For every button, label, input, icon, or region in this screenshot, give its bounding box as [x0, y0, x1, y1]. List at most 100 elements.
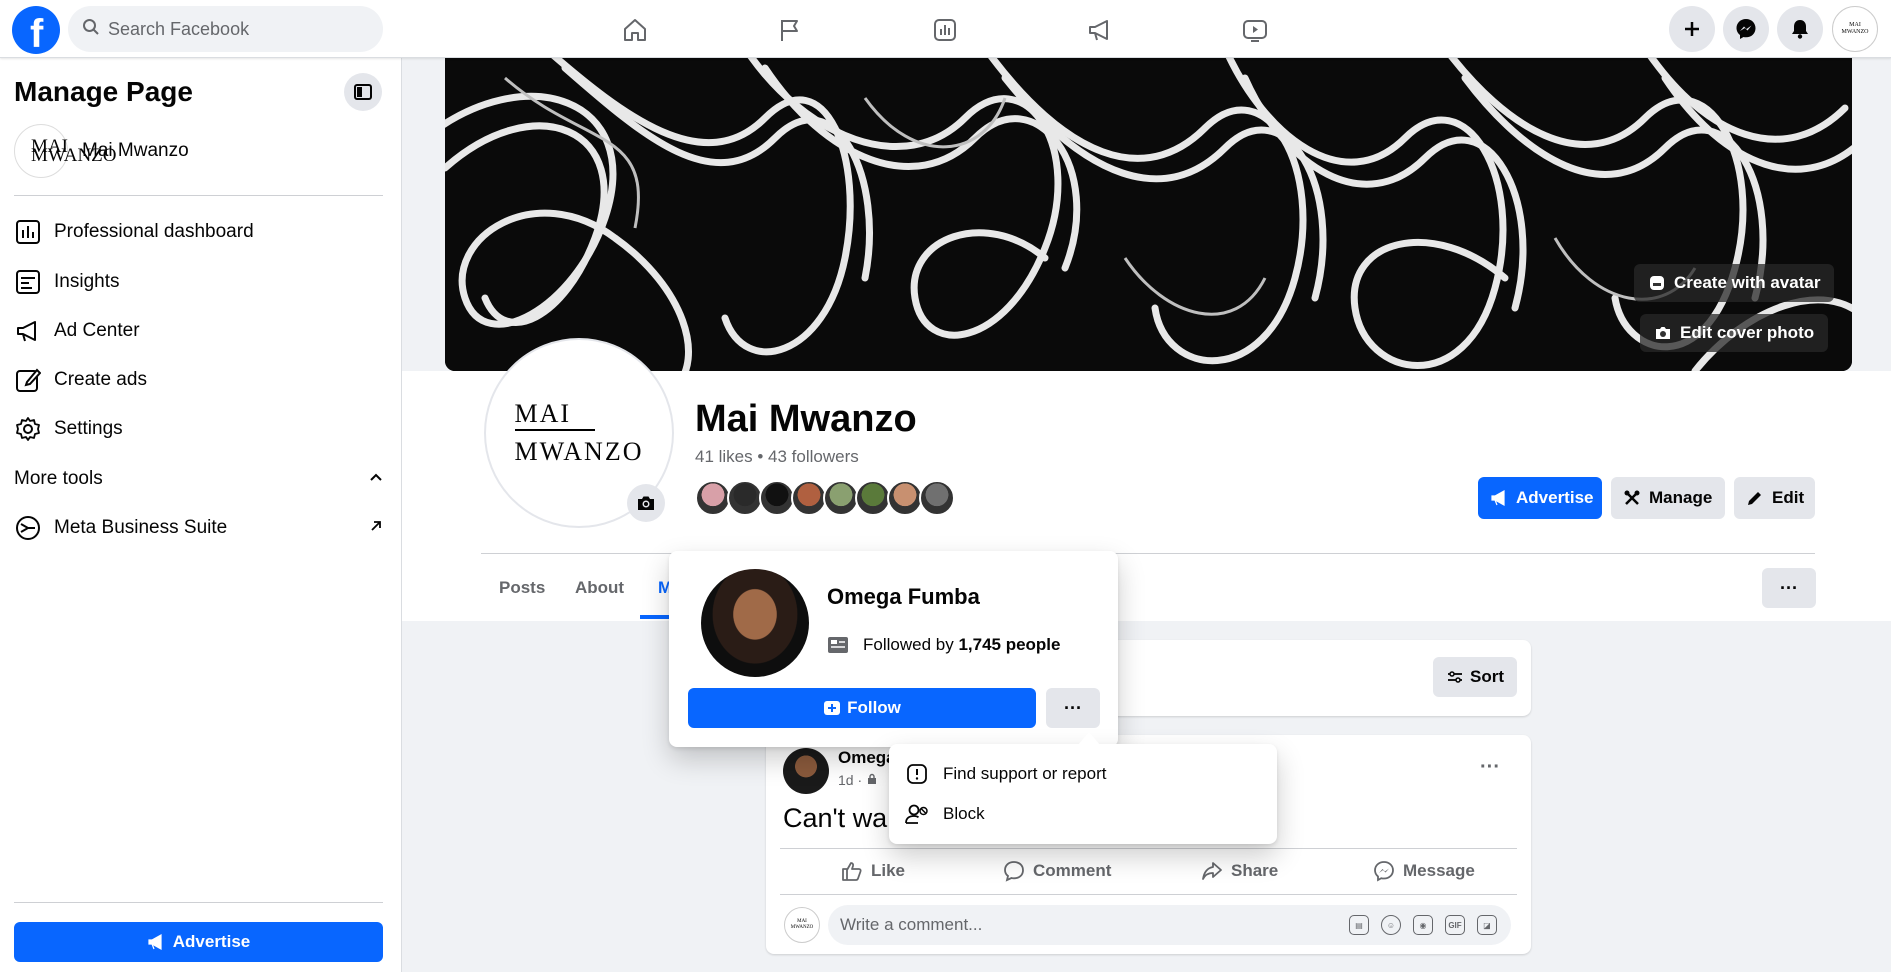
search-input[interactable]	[108, 18, 368, 40]
gear-icon	[14, 415, 42, 443]
megaphone-icon	[147, 933, 165, 951]
sliders-icon	[1446, 668, 1464, 686]
share-button[interactable]: Share	[1201, 860, 1278, 882]
search-bar[interactable]	[68, 6, 383, 52]
sidebar-item-insights[interactable]: Insights	[14, 260, 383, 304]
top-navigation-bar: f MAI MWANZO	[0, 0, 1891, 58]
menu-item-find-support-or-report[interactable]: Find support or report	[889, 754, 1277, 794]
follower-avatar[interactable]	[887, 480, 923, 516]
follower-avatar[interactable]	[823, 480, 859, 516]
edit-cover-photo-button[interactable]: Edit cover photo	[1640, 314, 1829, 352]
page-name: Mai Mwanzo	[695, 398, 917, 440]
change-profile-picture-camera-icon[interactable]	[627, 484, 665, 522]
external-link-icon	[369, 517, 383, 539]
avatar-icon	[1648, 274, 1666, 292]
emoji-icon[interactable]: ☺	[1381, 915, 1401, 935]
post-options-button[interactable]: ···	[1480, 756, 1500, 779]
follower-avatar[interactable]	[695, 480, 731, 516]
hover-card-name[interactable]: Omega Fumba	[827, 584, 980, 610]
followed-by-info: Followed by 1,745 people	[827, 635, 1061, 655]
page-badge-icon	[827, 635, 849, 655]
menu-item-block[interactable]: Block	[889, 794, 1277, 834]
post-text: Can't wai	[783, 803, 894, 833]
follower-avatar[interactable]	[791, 480, 827, 516]
like-icon	[842, 862, 862, 881]
follower-avatar[interactable]	[759, 480, 795, 516]
cover-photo[interactable]: Create with avatar Edit cover photo	[445, 58, 1852, 371]
sidebar-item-settings[interactable]: Settings	[14, 407, 383, 451]
page-stats[interactable]: 41 likes • 43 followers	[695, 447, 859, 467]
sticker-icon[interactable]: ▤	[1349, 915, 1369, 935]
video-icon[interactable]	[1233, 8, 1277, 52]
comment-box[interactable]: ▤ ☺ ◉ GIF ◪	[828, 905, 1511, 945]
facebook-logo-icon[interactable]: f	[12, 6, 60, 54]
edit-button[interactable]: Edit	[1734, 477, 1815, 519]
home-icon[interactable]	[613, 8, 657, 52]
camera-icon	[1654, 324, 1672, 342]
sidebar-item-create-ads[interactable]: Create ads	[14, 358, 383, 402]
sidebar-item-meta-business-suite[interactable]: Meta Business Suite	[14, 506, 383, 550]
create-with-avatar-button[interactable]: Create with avatar	[1634, 264, 1835, 302]
dashboard-icon	[14, 218, 42, 246]
camera-icon[interactable]: ◉	[1413, 915, 1433, 935]
comment-icon	[1004, 861, 1024, 882]
account-avatar[interactable]: MAI MWANZO	[1832, 6, 1878, 52]
dropdown-caret	[1077, 732, 1101, 746]
divider	[780, 848, 1517, 849]
tab-posts[interactable]: Posts	[499, 578, 545, 598]
follower-avatar[interactable]	[855, 480, 891, 516]
post-author-avatar[interactable]	[783, 748, 829, 794]
sticker2-icon[interactable]: ◪	[1477, 915, 1497, 935]
collapse-sidebar-icon[interactable]	[344, 73, 382, 111]
block-user-icon	[905, 802, 929, 826]
megaphone-icon[interactable]	[1078, 8, 1122, 52]
share-icon	[1202, 862, 1222, 880]
pencil-icon	[14, 366, 42, 394]
flag-icon[interactable]	[768, 8, 812, 52]
search-icon	[82, 18, 100, 41]
manage-button[interactable]: Manage	[1611, 477, 1725, 519]
comment-avatar[interactable]: MAI MWANZO	[784, 907, 820, 943]
follower-avatar[interactable]	[727, 480, 763, 516]
message-button[interactable]: Message	[1373, 860, 1475, 882]
page-avatar: MAI MWANZO	[14, 124, 117, 178]
follow-icon	[823, 699, 841, 717]
more-tools-header[interactable]: More tools	[14, 468, 383, 490]
hover-card-avatar[interactable]	[701, 569, 809, 677]
chevron-up-icon	[369, 468, 383, 490]
tabs-more-button[interactable]: ···	[1762, 568, 1816, 608]
sidebar-page-profile[interactable]: MAI MWANZO Mai Mwanzo	[14, 124, 189, 178]
meta-business-suite-icon	[14, 514, 42, 542]
report-icon	[905, 762, 929, 786]
follower-avatar[interactable]	[919, 480, 955, 516]
sidebar-item-ad-center[interactable]: Ad Center	[14, 309, 383, 353]
follow-button[interactable]: Follow	[688, 688, 1036, 728]
hover-card-more-button[interactable]: ···	[1046, 688, 1100, 728]
manage-page-sidebar: Manage Page MAI MWANZO Mai Mwanzo Profes…	[0, 58, 402, 972]
gif-icon[interactable]: GIF	[1445, 915, 1465, 935]
create-plus-icon[interactable]	[1669, 6, 1715, 52]
post-author-name[interactable]: Omega	[838, 748, 896, 768]
comment-button[interactable]: Comment	[1003, 860, 1111, 882]
advertise-button[interactable]: Advertise	[1478, 477, 1602, 519]
divider	[14, 902, 383, 903]
sidebar-advertise-button[interactable]: Advertise	[14, 922, 383, 962]
sort-button[interactable]: Sort	[1433, 657, 1517, 697]
tools-icon	[1623, 489, 1641, 507]
bell-icon[interactable]	[1777, 6, 1823, 52]
messenger-icon	[1374, 861, 1394, 882]
lock-icon	[866, 772, 878, 788]
divider	[14, 195, 383, 196]
pencil-icon	[1746, 489, 1764, 507]
insights-icon	[14, 268, 42, 296]
messenger-icon[interactable]	[1723, 6, 1769, 52]
tab-about[interactable]: About	[575, 578, 624, 598]
follower-avatars[interactable]	[695, 480, 955, 516]
sidebar-item-professional-dashboard[interactable]: Professional dashboard	[14, 210, 383, 254]
like-button[interactable]: Like	[841, 860, 905, 882]
profile-hover-card: Omega Fumba Followed by 1,745 people Fol…	[669, 551, 1118, 747]
post-timestamp[interactable]: 1d ·	[838, 772, 878, 788]
comment-input[interactable]	[840, 915, 1340, 935]
megaphone-icon	[1490, 489, 1508, 507]
insights-icon[interactable]	[923, 8, 967, 52]
